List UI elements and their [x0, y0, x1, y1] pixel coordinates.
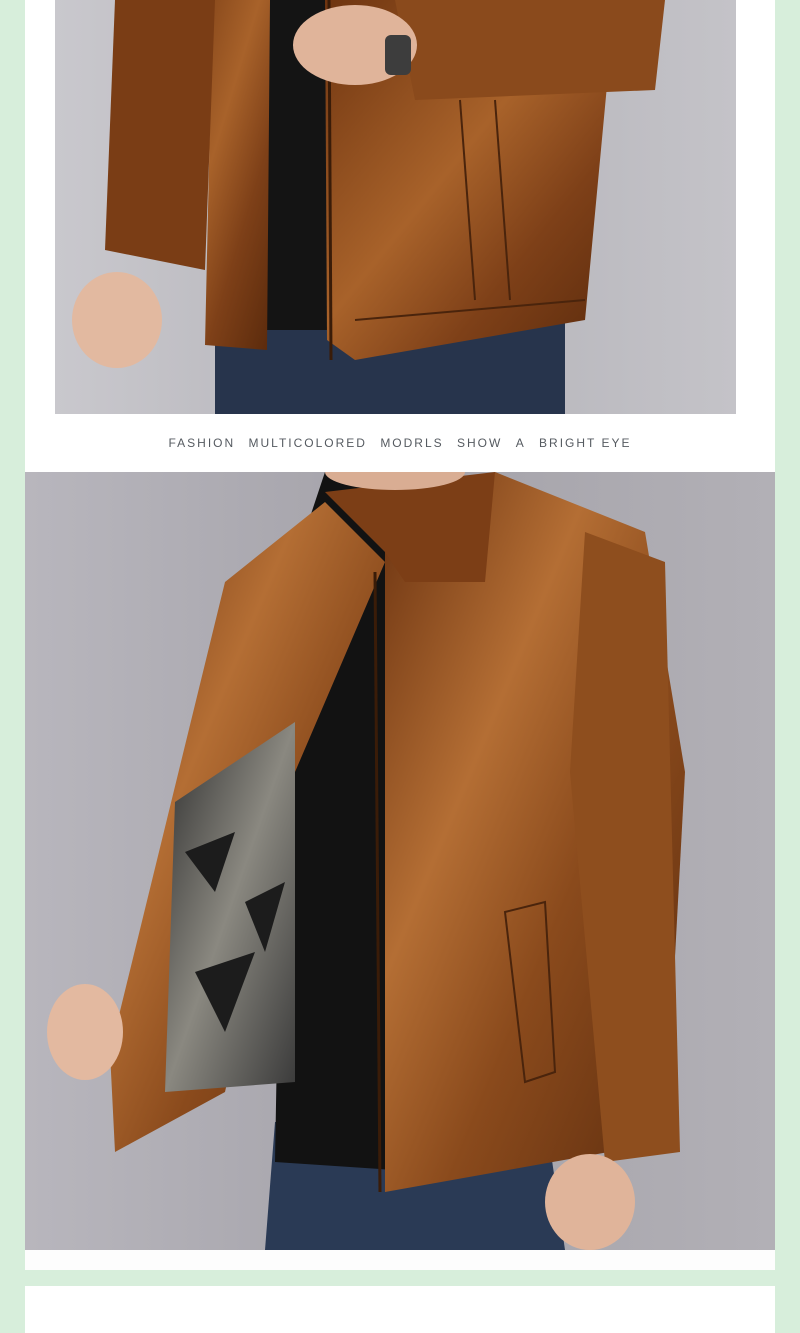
- caption-word: MODRLS: [380, 436, 444, 450]
- product-card-top: FASHION MULTICOLORED MODRLS SHOW A BRIGH…: [25, 0, 775, 472]
- jacket-model-photo: [25, 472, 775, 1250]
- caption-word: MULTICOLORED: [248, 436, 367, 450]
- product-card-next: [25, 1286, 775, 1333]
- caption-tagline: FASHION MULTICOLORED MODRLS SHOW A BRIGH…: [25, 436, 775, 450]
- jacket-detail-photo: [55, 0, 736, 414]
- caption-word: BRIGHT EYE: [539, 436, 632, 450]
- section-divider: [0, 1270, 800, 1286]
- jacket-model-illustration: [25, 472, 775, 1250]
- caption-word: FASHION: [168, 436, 236, 450]
- jacket-detail-illustration: [55, 0, 736, 414]
- caption-word: SHOW: [457, 436, 503, 450]
- caption-word: A: [515, 436, 526, 450]
- product-card-main: [25, 472, 775, 1270]
